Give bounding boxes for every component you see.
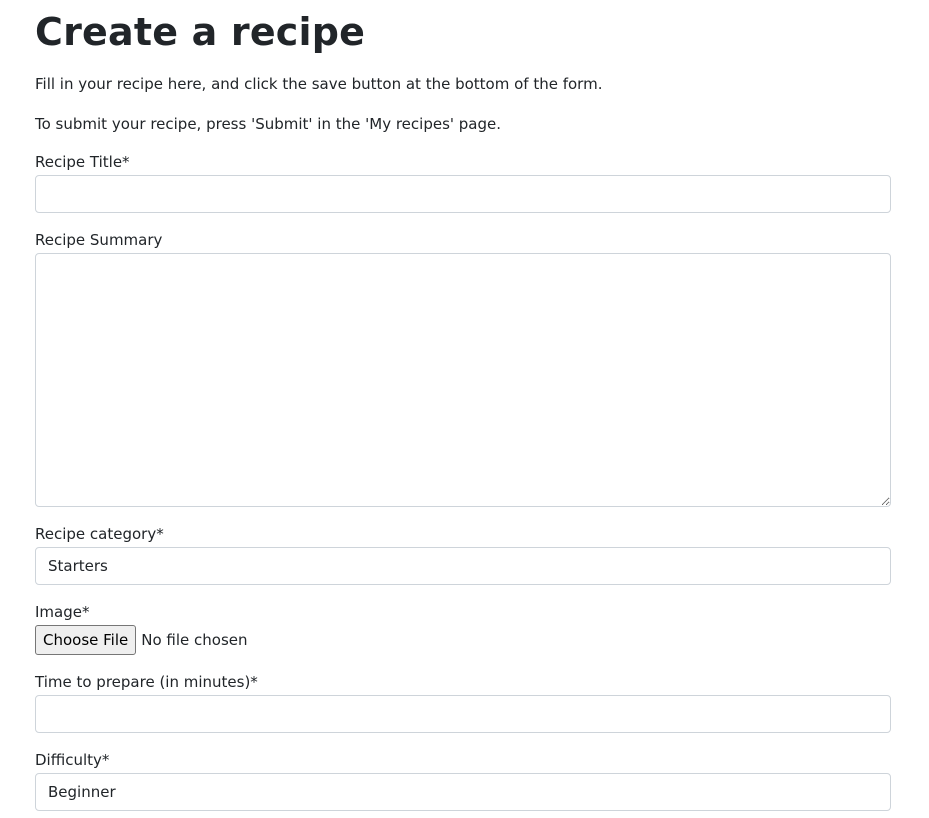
file-status-text: No file chosen <box>141 631 248 649</box>
recipe-form: Recipe Title* Recipe Summary Recipe cate… <box>35 151 891 811</box>
intro-text-save: Fill in your recipe here, and click the … <box>35 75 603 93</box>
image-file-input: Choose File No file chosen <box>35 625 891 655</box>
difficulty-label: Difficulty* <box>35 751 110 769</box>
image-group: Image* Choose File No file chosen <box>35 601 891 655</box>
difficulty-group: Difficulty* Beginner <box>35 749 891 811</box>
intro-text-submit: To submit your recipe, press 'Submit' in… <box>35 115 502 133</box>
recipe-category-group: Recipe category* Starters <box>35 523 891 585</box>
prep-time-input[interactable] <box>35 695 891 733</box>
image-label: Image* <box>35 603 90 621</box>
recipe-category-label: Recipe category* <box>35 525 164 543</box>
recipe-title-input[interactable] <box>35 175 891 213</box>
recipe-category-select[interactable]: Starters <box>35 547 891 585</box>
recipe-summary-label: Recipe Summary <box>35 231 163 249</box>
recipe-summary-textarea[interactable] <box>35 253 891 507</box>
prep-time-group: Time to prepare (in minutes)* <box>35 671 891 733</box>
recipe-title-label: Recipe Title* <box>35 153 130 171</box>
recipe-summary-group: Recipe Summary <box>35 229 891 507</box>
choose-file-button[interactable]: Choose File <box>35 625 137 655</box>
prep-time-label: Time to prepare (in minutes)* <box>35 673 258 691</box>
recipe-title-group: Recipe Title* <box>35 151 891 213</box>
difficulty-select[interactable]: Beginner <box>35 773 891 811</box>
page-title: Create a recipe <box>35 10 366 54</box>
create-recipe-page: Create a recipe Fill in your recipe here… <box>35 0 891 811</box>
